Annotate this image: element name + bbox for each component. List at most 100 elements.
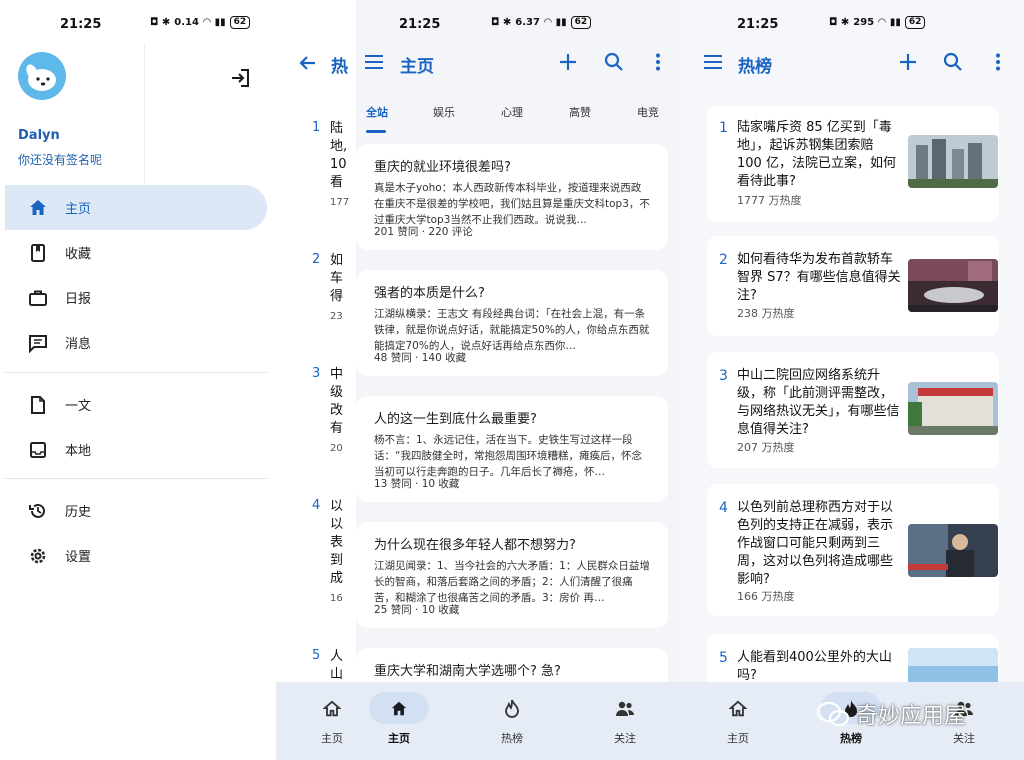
network-speed: 6.37 — [515, 17, 540, 28]
nav-hot[interactable]: 热榜 — [472, 682, 552, 760]
more-icon[interactable] — [646, 50, 670, 74]
drawer-item-article[interactable]: 一文 — [5, 382, 267, 427]
search-icon[interactable] — [602, 50, 626, 74]
hot-item[interactable]: 4 以色列前总理称西方对于以色列的支持正在减弱，表示作战窗口可能只剩两到三周，这… — [707, 484, 999, 616]
status-signal-icons: ◘ ✱ — [150, 17, 171, 28]
drawer-item-messages[interactable]: 消息 — [5, 320, 267, 365]
add-icon[interactable] — [556, 50, 580, 74]
hot-heat: 166 万热度 — [737, 590, 795, 603]
behind-title-fragment: 级 — [330, 385, 344, 400]
status-icons: ◘ ✱ 6.37 ◠ ▮▮ 62 — [491, 16, 592, 29]
status-time: 21:25 — [60, 17, 102, 32]
nav-label: 关注 — [953, 732, 975, 745]
wifi-icon: ◠ — [543, 17, 552, 28]
question-card[interactable]: 人的这一生到底什么最重要? 杨不言：1、永远记住，活在当下。史铁生写过这样一段话… — [356, 396, 668, 502]
user-signature[interactable]: 你还没有签名呢 — [18, 151, 102, 168]
battery-level: 62 — [570, 16, 592, 29]
drawer-item-label: 设置 — [65, 550, 92, 565]
hot-heat: 238 万热度 — [737, 307, 795, 320]
tab-esports[interactable]: 电竞 — [637, 104, 659, 120]
hot-rank: 5 — [719, 650, 728, 666]
tab-top-voted[interactable]: 高赞 — [569, 104, 591, 120]
behind-title-fragment: 到 — [330, 553, 344, 568]
search-icon[interactable] — [941, 50, 965, 74]
drawer-item-label: 本地 — [65, 444, 92, 459]
behind-hot-list: 热 1 陆地, 10 看 177 2 如车得 23 3 中级改有 20 4 以以表到成 16 5 人山 — [276, 0, 356, 760]
drawer-item-local[interactable]: 本地 — [5, 427, 267, 472]
drawer-item-label: 日报 — [65, 292, 92, 307]
network-speed: 295 — [853, 17, 875, 28]
behind-title-fragment: 10 — [330, 157, 347, 172]
user-name[interactable]: Dalyn — [18, 128, 60, 143]
status-bar: 21:25 ◘ ✱ 295 ◠ ▮▮ 62 — [681, 0, 1024, 48]
page-title: 热榜 — [738, 57, 772, 77]
settings-icon — [27, 545, 49, 567]
watermark: 奇妙应用屋 — [816, 698, 966, 730]
tab-psychology[interactable]: 心理 — [501, 104, 523, 120]
status-icons: ◘ ✱ 0.14 ◠ ▮▮ 62 — [150, 16, 251, 29]
behind-heat-fragment: 23 — [330, 311, 343, 322]
behind-title-fragment: 看 — [330, 175, 344, 190]
flame-icon — [501, 698, 523, 720]
behind-title-fragment: 以 — [330, 517, 344, 532]
drawer-item-settings[interactable]: 设置 — [5, 533, 267, 578]
battery-level: 62 — [904, 16, 926, 29]
nav-home[interactable]: 主页 — [359, 682, 439, 760]
logout-icon[interactable] — [229, 67, 251, 89]
drawer-item-label: 收藏 — [65, 247, 92, 262]
hot-thumbnail-car — [908, 259, 998, 312]
question-title: 人的这一生到底什么最重要? — [374, 412, 537, 427]
behind-heat-fragment: 177 — [330, 197, 350, 208]
category-tabs: 全站 娱乐 心理 高赞 电竞 — [356, 96, 681, 134]
status-bar: 21:25 ◘ ✱ 6.37 ◠ ▮▮ 62 — [276, 0, 681, 48]
status-time: 21:25 — [737, 17, 779, 32]
behind-title-fragment: 得 — [330, 289, 344, 304]
answer-excerpt: 江湖纵横录：王志文 有段经典台词：「在社会上混，有一条铁律，就是你说点好话，就能… — [374, 308, 650, 352]
tab-all[interactable]: 全站 — [366, 104, 388, 120]
hot-rank: 3 — [719, 368, 728, 384]
avatar[interactable] — [18, 52, 66, 100]
hot-heat: 207 万热度 — [737, 441, 795, 454]
drawer-item-daily[interactable]: 日报 — [5, 275, 267, 320]
nav-follow[interactable]: 关注 — [585, 682, 665, 760]
drawer-item-label: 一文 — [65, 399, 92, 414]
drawer-item-history[interactable]: 历史 — [5, 488, 267, 533]
nav-home[interactable]: 主页 — [698, 682, 778, 760]
status-signal-icons: ◘ ✱ — [491, 17, 512, 28]
behind-title-fragment: 如 — [330, 253, 344, 268]
hot-panel: 21:25 ◘ ✱ 295 ◠ ▮▮ 62 热榜 1 陆家嘴斥资 85 亿买到「… — [681, 0, 1024, 760]
nav-label: 热榜 — [840, 732, 862, 745]
question-card[interactable]: 强者的本质是什么? 江湖纵横录：王志文 有段经典台词：「在社会上混，有一条铁律，… — [356, 270, 668, 376]
hot-heat: 1777 万热度 — [737, 194, 802, 207]
question-title: 为什么现在很多年轻人都不想努力? — [374, 538, 576, 553]
behind-rank: 2 — [312, 252, 321, 267]
hot-item[interactable]: 2 如何看待华为发布首款轿车智界 S7？有哪些信息值得关注? 238 万热度 — [707, 236, 999, 336]
home-icon — [388, 698, 410, 720]
behind-title-fragment: 中 — [330, 367, 344, 382]
behind-title-fragment: 陆 — [330, 121, 344, 136]
nav-label: 主页 — [727, 732, 749, 745]
behind-rank: 5 — [312, 648, 321, 663]
behind-title-fragment: 表 — [330, 535, 344, 550]
card-stats: 48 赞同 · 140 收藏 — [374, 352, 467, 364]
hot-item[interactable]: 1 陆家嘴斥资 85 亿买到「毒地」，起诉苏钢集团索赔 100 亿，法院已立案，… — [707, 106, 999, 222]
hot-rank: 2 — [719, 252, 728, 268]
behind-title-fragment: 改 — [330, 403, 344, 418]
drawer-item-home[interactable]: 主页 — [5, 185, 267, 230]
hot-item[interactable]: 3 中山二院回应网络系统升级，称「此前测评需整改，与网络热议无关」，有哪些信息值… — [707, 352, 999, 468]
hot-title: 中山二院回应网络系统升级，称「此前测评需整改，与网络热议无关」，有哪些信息值得关… — [737, 368, 900, 437]
hot-rank: 4 — [719, 500, 728, 516]
more-icon[interactable] — [986, 50, 1010, 74]
tab-entertainment[interactable]: 娱乐 — [433, 104, 455, 120]
drawer-item-favorites[interactable]: 收藏 — [5, 230, 267, 275]
menu-icon[interactable] — [362, 50, 386, 74]
message-icon — [27, 332, 49, 354]
network-speed: 0.14 — [174, 17, 199, 28]
behind-rank: 1 — [312, 120, 321, 135]
menu-icon[interactable] — [701, 50, 725, 74]
question-card[interactable]: 重庆的就业环境很差吗? 真是木子yoho：本人西政新传本科毕业，按道理来说西政在… — [356, 144, 668, 250]
add-icon[interactable] — [896, 50, 920, 74]
back-arrow-icon — [298, 53, 318, 73]
question-card[interactable]: 为什么现在很多年轻人都不想努力? 江湖见闻录：1、当今社会的六大矛盾：1：人民群… — [356, 522, 668, 628]
tab-indicator — [366, 130, 386, 133]
